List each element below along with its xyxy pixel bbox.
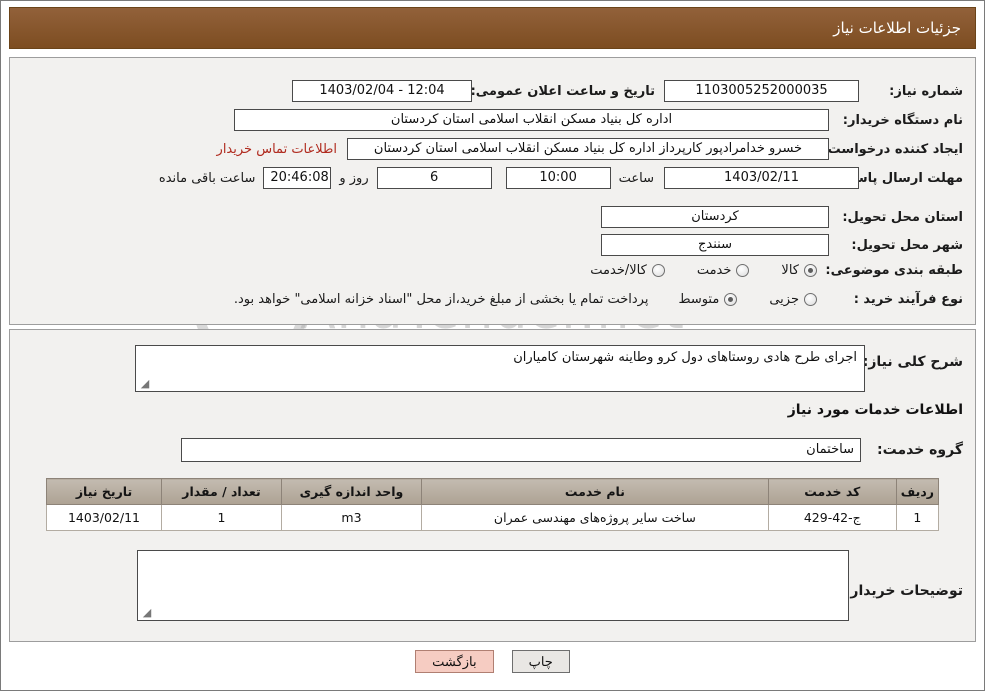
need-number-label: شماره نیاز: [889,83,963,99]
buyer-notes-textarea[interactable]: ◣ [137,550,849,621]
radio-icon[interactable] [804,293,817,306]
buyer-org-row: نام دستگاه خریدار: اداره کل بنیاد مسکن ا… [234,109,963,131]
buyer-org-label: نام دستگاه خریدار: [842,112,963,128]
category-option-label-1: خدمت [696,263,732,278]
page-root: AnaTender.net جزئیات اطلاعات نیاز شماره … [0,0,985,691]
announce-datetime-label: تاریخ و ساعت اعلان عمومی: [470,83,655,99]
requester-value: خسرو خدامرادپور کارپرداز اداره کل بنیاد … [347,138,829,160]
cell-code: ج-42-429 [767,504,897,531]
cell-unit: m3 [281,504,422,531]
process-option-motevaset[interactable]: متوسط [678,292,738,307]
th-unit: واحد اندازه گیری [281,478,422,505]
deadline-row: مهلت ارسال پاسخ: تا تاریخ: 1403/02/11 سا… [159,167,963,189]
buyer-contact-link[interactable]: اطلاعات تماس خریدار [217,142,337,157]
city-row: شهر محل تحویل: سنندج [601,234,963,256]
footer-actions: چاپ بازگشت [1,650,984,673]
th-date: تاریخ نیاز [46,478,162,505]
process-label: نوع فرآیند خرید : [853,292,963,307]
category-option-khedmat[interactable]: خدمت [697,263,750,278]
requester-label: ایجاد کننده درخواست: [822,141,963,157]
province-row: استان محل تحویل: کردستان [601,206,963,228]
resize-grip-icon[interactable]: ◣ [139,377,151,390]
need-info-panel: شماره نیاز: 1103005252000035 تاریخ و ساع… [9,57,976,325]
process-option-label-1: متوسط [678,292,720,307]
process-option-label-0: جزیی [769,292,799,307]
deadline-time-value: 10:00 [505,167,611,189]
process-option-jozei[interactable]: جزیی [769,292,817,307]
need-details-panel: شرح کلی نیاز: اجرای طرح هادی روستاهای دو… [9,329,976,642]
radio-icon[interactable] [651,264,665,277]
deadline-label: مهلت ارسال پاسخ: تا تاریخ: [784,170,963,186]
need-number-row: شماره نیاز: 1103005252000035 [664,80,963,102]
th-qty: تعداد / مقدار [161,478,282,505]
page-header: جزئیات اطلاعات نیاز [9,7,976,49]
cell-qty: 1 [161,504,282,531]
process-note: پرداخت تمام یا بخشی از مبلغ خرید،از محل … [233,292,649,307]
table-header-row: ردیف کد خدمت نام خدمت واحد اندازه گیری ت… [46,478,940,505]
city-value: سنندج [601,234,829,256]
service-group-label: گروه خدمت: [877,442,963,458]
service-group-value: ساختمان [181,438,861,462]
radio-icon[interactable] [736,264,750,277]
table-row: 1 ج-42-429 ساخت سایر پروژه‌های مهندسی عم… [46,504,940,531]
print-button[interactable]: چاپ [511,650,570,673]
category-row: طبقه بندی موضوعی: کالا خدمت کالا/خدمت [590,263,963,278]
remaining-suffix-label: ساعت باقی مانده [158,170,256,186]
buyer-org-value: اداره کل بنیاد مسکن انقلاب اسلامی استان … [234,109,829,131]
requester-row: ایجاد کننده درخواست: خسرو خدامرادپور کار… [217,138,963,160]
process-row: نوع فرآیند خرید : جزیی متوسط پرداخت تمام… [234,292,963,307]
cell-date: 1403/02/11 [46,504,162,531]
category-option-label-2: کالا/خدمت [590,263,647,278]
category-label: طبقه بندی موضوعی: [825,263,963,278]
back-button[interactable]: بازگشت [415,650,494,673]
cell-name: ساخت سایر پروژه‌های مهندسی عمران [421,504,769,531]
resize-grip-icon[interactable]: ◣ [141,606,153,619]
service-group-row: گروه خدمت: ساختمان [181,438,963,462]
remaining-days-value: 6 [376,167,492,189]
services-table: ردیف کد خدمت نام خدمت واحد اندازه گیری ت… [46,478,940,531]
remaining-clock-value: 20:46:08 [263,167,332,189]
th-name: نام خدمت [421,478,769,505]
province-label: استان محل تحویل: [842,209,963,225]
services-table-wrapper: ردیف کد خدمت نام خدمت واحد اندازه گیری ت… [46,478,940,531]
general-desc-label: شرح کلی نیاز: [862,354,963,370]
deadline-time-label: ساعت [618,170,654,186]
th-index: ردیف [895,478,940,505]
cell-index: 1 [895,504,940,531]
category-option-kala-khedmat[interactable]: کالا/خدمت [590,263,665,278]
buyer-notes-label: توضیحات خریدار: [844,583,963,599]
th-code: کد خدمت [767,478,897,505]
city-label: شهر محل تحویل: [851,237,963,253]
announce-datetime-value: 1403/02/04 - 12:04 [292,80,472,102]
general-desc-value: اجرای طرح هادی روستاهای دول کرو وطاینه ش… [513,350,857,365]
category-option-label-0: کالا [781,263,799,278]
need-number-value: 1103005252000035 [664,80,859,102]
category-option-kala[interactable]: کالا [781,263,817,278]
general-desc-textarea[interactable]: اجرای طرح هادی روستاهای دول کرو وطاینه ش… [135,345,865,392]
remaining-days-label: روز و [339,170,369,186]
page-title: جزئیات اطلاعات نیاز [833,19,961,37]
province-value: کردستان [601,206,829,228]
deadline-date-value: 1403/02/11 [664,167,859,189]
radio-icon[interactable] [724,293,738,306]
announce-datetime-row: تاریخ و ساعت اعلان عمومی: 1403/02/04 - 1… [292,80,655,102]
radio-icon[interactable] [804,264,817,277]
services-info-title: اطلاعات خدمات مورد نیاز [787,402,963,418]
